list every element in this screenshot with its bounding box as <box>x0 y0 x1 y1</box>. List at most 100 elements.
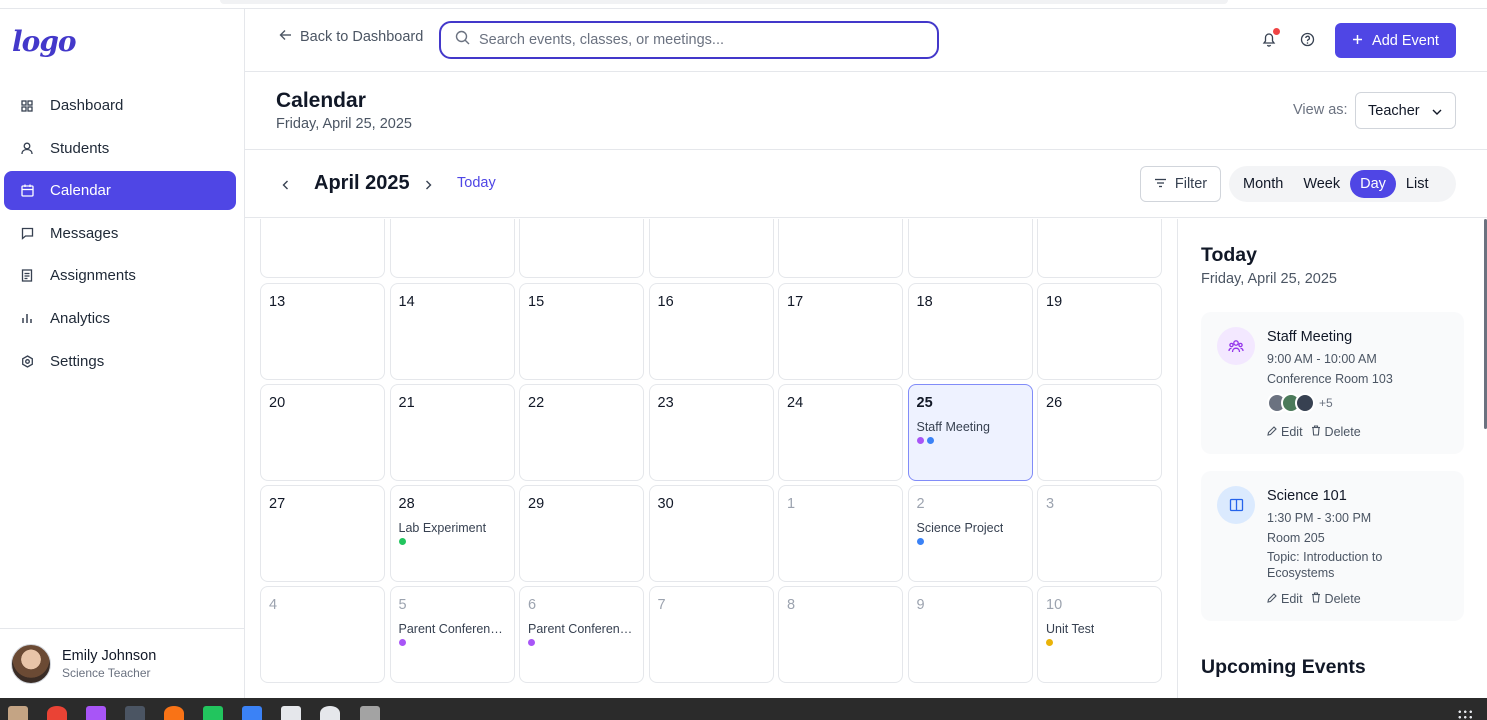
day-number: 16 <box>657 294 674 310</box>
calendar-event-label[interactable]: Unit Test <box>1046 622 1094 636</box>
terminal-icon[interactable] <box>125 706 145 720</box>
event-card-staff-meeting[interactable]: Staff Meeting 9:00 AM - 10:00 AM Confere… <box>1201 312 1464 454</box>
vscode-icon[interactable] <box>242 706 262 720</box>
calendar-day[interactable]: 29 <box>519 485 644 582</box>
event-location: Conference Room 103 <box>1267 372 1393 386</box>
sidebar-item-label: Analytics <box>50 309 111 327</box>
calendar-day[interactable] <box>648 219 774 278</box>
back-to-dashboard-link[interactable]: Back to Dashboard <box>279 29 423 45</box>
calendar-day[interactable]: 23 <box>648 384 774 481</box>
calendar-day[interactable]: 5 Parent Conference... <box>389 586 515 683</box>
sidebar-item-dashboard[interactable]: Dashboard <box>4 86 236 125</box>
calendar-day[interactable]: 15 <box>519 283 644 380</box>
calendar-event-label[interactable]: Staff Meeting <box>917 420 990 434</box>
search-input[interactable] <box>479 32 899 48</box>
calendar-day[interactable]: 2 Science Project <box>907 485 1033 582</box>
edit-button[interactable]: Edit <box>1267 592 1303 606</box>
editor-icon[interactable] <box>281 706 301 720</box>
prev-month-button[interactable] <box>282 177 289 195</box>
view-as-value: Teacher <box>1368 102 1420 119</box>
app-icon[interactable] <box>86 706 106 720</box>
calendar-day[interactable]: 14 <box>389 283 515 380</box>
calendar-day[interactable] <box>260 219 385 278</box>
calendar-event-label[interactable]: Lab Experiment <box>399 521 487 535</box>
day-number: 26 <box>1046 395 1063 411</box>
calendar-event-label[interactable]: Parent Conference... <box>399 622 509 636</box>
view-day-button[interactable]: Day <box>1350 170 1396 198</box>
calendar-day[interactable]: 28 Lab Experiment <box>389 485 515 582</box>
logo[interactable]: logo <box>12 25 77 58</box>
help-circle-icon <box>1300 32 1315 51</box>
next-month-button[interactable] <box>425 177 432 195</box>
calendar-day[interactable]: 17 <box>778 283 903 380</box>
file-icon[interactable] <box>360 706 380 720</box>
firefox-icon[interactable] <box>164 706 184 720</box>
view-week-button[interactable]: Week <box>1293 170 1350 198</box>
sidebar-item-messages[interactable]: Messages <box>4 214 236 253</box>
calendar-day[interactable] <box>907 219 1033 278</box>
view-month-button[interactable]: Month <box>1233 170 1293 198</box>
calendar-day[interactable]: 24 <box>778 384 903 481</box>
delete-button[interactable]: Delete <box>1311 425 1361 439</box>
calendar-day[interactable]: 21 <box>389 384 515 481</box>
spreadsheet-icon[interactable] <box>203 706 223 720</box>
calendar-day[interactable]: 8 <box>778 586 903 683</box>
chrome-icon[interactable] <box>47 706 67 720</box>
add-event-button[interactable]: Add Event <box>1335 23 1456 58</box>
edit-button[interactable]: Edit <box>1267 425 1303 439</box>
day-number: 10 <box>1046 597 1063 613</box>
calendar-day[interactable]: 6 Parent Conference... <box>519 586 644 683</box>
event-dots <box>398 538 406 545</box>
calendar-day[interactable] <box>1037 219 1162 278</box>
calendar-event-label[interactable]: Parent Conference... <box>528 622 638 636</box>
edit-label: Edit <box>1281 425 1303 439</box>
view-list-button[interactable]: List <box>1396 170 1439 198</box>
sidebar-item-label: Dashboard <box>50 97 124 114</box>
calendar-day[interactable]: 18 <box>907 283 1033 380</box>
calendar-day[interactable]: 7 <box>648 586 774 683</box>
calendar-day[interactable]: 1 <box>778 485 903 582</box>
calendar-day[interactable]: 3 <box>1037 485 1162 582</box>
sidebar-item-settings[interactable]: Settings <box>4 342 236 381</box>
calendar-day[interactable]: 9 <box>907 586 1033 683</box>
calendar-day[interactable]: 20 <box>260 384 385 481</box>
today-button[interactable]: Today <box>457 175 496 191</box>
calendar-day[interactable] <box>778 219 903 278</box>
folder-icon[interactable] <box>8 706 28 720</box>
sidebar-item-analytics[interactable]: Analytics <box>4 299 236 338</box>
sidebar-item-calendar[interactable]: Calendar <box>4 171 236 211</box>
day-number: 25 <box>916 395 933 411</box>
bell-icon <box>1261 33 1277 51</box>
calendar-day[interactable] <box>519 219 644 278</box>
calendar-day[interactable]: 16 <box>648 283 774 380</box>
calendar-day[interactable]: 22 <box>519 384 644 481</box>
help-button[interactable] <box>1300 32 1315 52</box>
calendar-day[interactable] <box>389 219 515 278</box>
sidebar-item-assignments[interactable]: Assignments <box>4 256 236 295</box>
calendar-day[interactable]: 13 <box>260 283 385 380</box>
notifications-button[interactable] <box>1261 28 1280 47</box>
user-profile[interactable]: Emily Johnson Science Teacher <box>0 628 244 698</box>
calendar-day[interactable]: 30 <box>648 485 774 582</box>
day-number: 22 <box>528 395 545 411</box>
calendar-event-label[interactable]: Science Project <box>917 521 1004 535</box>
event-dot <box>916 437 924 444</box>
day-number: 14 <box>398 294 415 310</box>
calendar-day[interactable]: 27 <box>260 485 385 582</box>
calendar-day-today[interactable]: 25 Staff Meeting <box>907 384 1033 481</box>
view-as-select[interactable]: Teacher <box>1355 92 1456 129</box>
app-grid-icon[interactable] <box>1457 709 1473 719</box>
search-box[interactable] <box>439 21 939 59</box>
event-card-science-101[interactable]: Science 101 1:30 PM - 3:00 PM Room 205 T… <box>1201 471 1464 621</box>
calendar-day[interactable]: 19 <box>1037 283 1162 380</box>
calendar-day[interactable]: 26 <box>1037 384 1162 481</box>
sidebar-item-students[interactable]: Students <box>4 129 236 168</box>
attendee-avatar <box>1295 393 1315 413</box>
os-taskbar <box>0 698 1487 720</box>
calendar-day[interactable]: 10 Unit Test <box>1037 586 1162 683</box>
filter-button[interactable]: Filter <box>1140 166 1221 202</box>
pencil-icon <box>1267 425 1277 439</box>
delete-button[interactable]: Delete <box>1311 592 1361 606</box>
slack-icon[interactable] <box>320 706 340 720</box>
calendar-day[interactable]: 4 <box>260 586 385 683</box>
